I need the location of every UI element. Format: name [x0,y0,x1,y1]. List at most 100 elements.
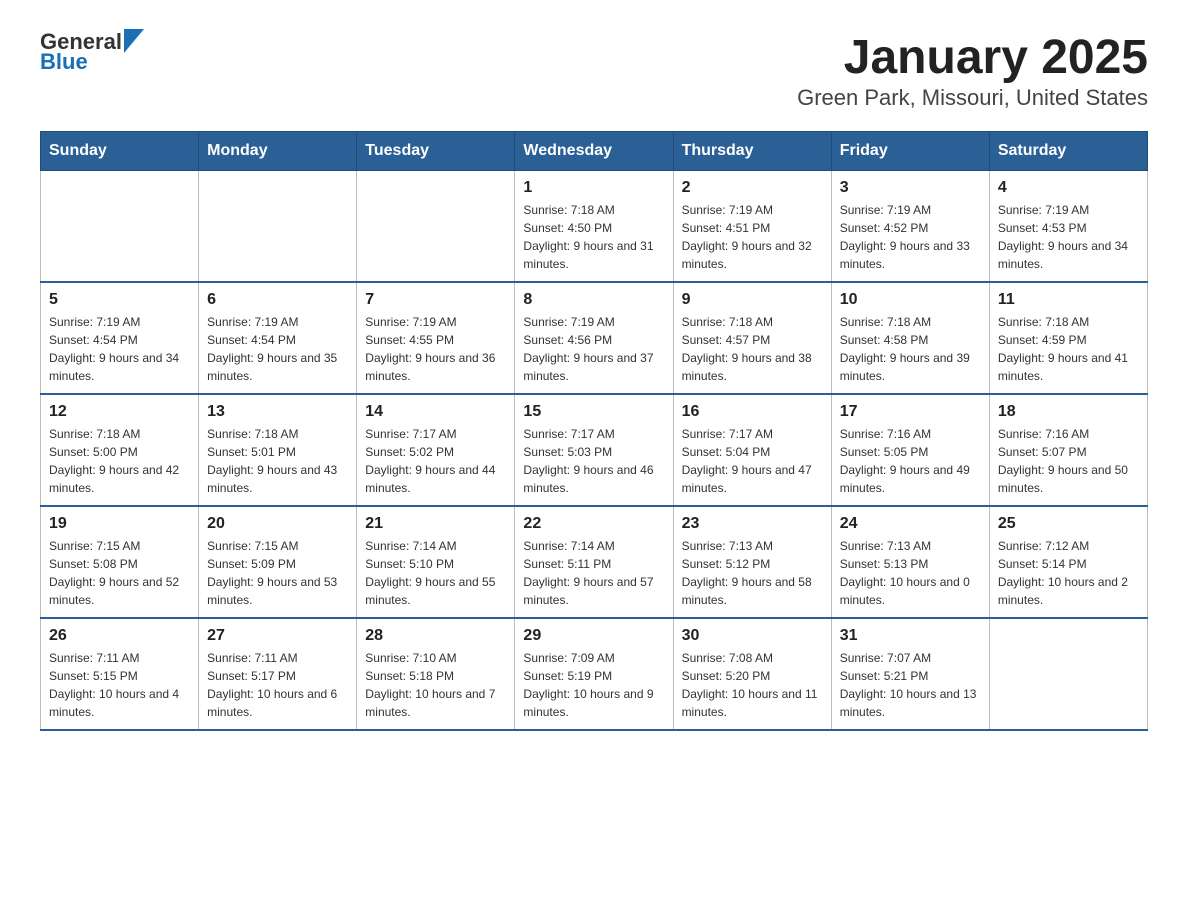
day-info: Sunrise: 7:19 AM Sunset: 4:54 PM Dayligh… [49,313,190,385]
day-info: Sunrise: 7:18 AM Sunset: 4:50 PM Dayligh… [523,201,664,273]
day-info: Sunrise: 7:19 AM Sunset: 4:51 PM Dayligh… [682,201,823,273]
calendar-cell [199,171,357,283]
day-info: Sunrise: 7:19 AM Sunset: 4:55 PM Dayligh… [365,313,506,385]
day-info: Sunrise: 7:12 AM Sunset: 5:14 PM Dayligh… [998,537,1139,609]
calendar-body: 1Sunrise: 7:18 AM Sunset: 4:50 PM Daylig… [41,171,1148,731]
day-info: Sunrise: 7:16 AM Sunset: 5:07 PM Dayligh… [998,425,1139,497]
day-info: Sunrise: 7:18 AM Sunset: 4:59 PM Dayligh… [998,313,1139,385]
calendar-week-2: 5 Sunrise: 7:19 AM Sunset: 4:54 PM Daylig… [41,282,1148,394]
day-info: Sunrise: 7:15 AM Sunset: 5:09 PM Dayligh… [207,537,348,609]
days-of-week-row: SundayMondayTuesdayWednesdayThursdayFrid… [41,132,1148,171]
calendar-cell: 2 Sunrise: 7:19 AM Sunset: 4:51 PM Daylig… [673,171,831,283]
calendar-cell: 28 Sunrise: 7:10 AM Sunset: 5:18 PM Dayli… [357,618,515,730]
day-info: Sunrise: 7:13 AM Sunset: 5:12 PM Dayligh… [682,537,823,609]
day-number: 18 [998,403,1139,421]
day-info: Sunrise: 7:16 AM Sunset: 5:05 PM Dayligh… [840,425,981,497]
day-info: Sunrise: 7:08 AM Sunset: 5:20 PM Dayligh… [682,649,823,721]
day-number: 24 [840,515,981,533]
calendar-cell: 21 Sunrise: 7:14 AM Sunset: 5:10 PM Dayli… [357,506,515,618]
calendar-cell [989,618,1147,730]
day-number: 26 [49,627,190,645]
day-info: Sunrise: 7:09 AM Sunset: 5:19 PM Dayligh… [523,649,664,721]
day-info: Sunrise: 7:15 AM Sunset: 5:08 PM Dayligh… [49,537,190,609]
calendar-cell: 11Sunrise: 7:18 AM Sunset: 4:59 PM Dayli… [989,282,1147,394]
calendar-cell: 14 Sunrise: 7:17 AM Sunset: 5:02 PM Dayli… [357,394,515,506]
day-info: Sunrise: 7:18 AM Sunset: 4:57 PM Dayligh… [682,313,823,385]
day-info: Sunrise: 7:14 AM Sunset: 5:11 PM Dayligh… [523,537,664,609]
day-number: 2 [682,179,823,197]
day-of-week-sunday: Sunday [41,132,199,171]
calendar-cell: 5 Sunrise: 7:19 AM Sunset: 4:54 PM Daylig… [41,282,199,394]
calendar-cell: 6 Sunrise: 7:19 AM Sunset: 4:54 PM Daylig… [199,282,357,394]
day-number: 5 [49,291,190,309]
day-number: 30 [682,627,823,645]
day-number: 22 [523,515,664,533]
day-info: Sunrise: 7:19 AM Sunset: 4:56 PM Dayligh… [523,313,664,385]
calendar-cell [41,171,199,283]
page-title: January 2025 [797,30,1148,85]
calendar-cell: 16Sunrise: 7:17 AM Sunset: 5:04 PM Dayli… [673,394,831,506]
calendar-cell: 1Sunrise: 7:18 AM Sunset: 4:50 PM Daylig… [515,171,673,283]
day-info: Sunrise: 7:19 AM Sunset: 4:52 PM Dayligh… [840,201,981,273]
day-number: 20 [207,515,348,533]
day-number: 8 [523,291,664,309]
day-number: 25 [998,515,1139,533]
day-number: 21 [365,515,506,533]
calendar-week-3: 12 Sunrise: 7:18 AM Sunset: 5:00 PM Dayli… [41,394,1148,506]
day-number: 16 [682,403,823,421]
day-info: Sunrise: 7:11 AM Sunset: 5:15 PM Dayligh… [49,649,190,721]
calendar-cell: 25 Sunrise: 7:12 AM Sunset: 5:14 PM Dayli… [989,506,1147,618]
day-number: 4 [998,179,1139,197]
calendar-table: SundayMondayTuesdayWednesdayThursdayFrid… [40,131,1148,731]
day-number: 15 [523,403,664,421]
calendar-cell [357,171,515,283]
calendar-cell: 7 Sunrise: 7:19 AM Sunset: 4:55 PM Daylig… [357,282,515,394]
day-info: Sunrise: 7:14 AM Sunset: 5:10 PM Dayligh… [365,537,506,609]
day-of-week-saturday: Saturday [989,132,1147,171]
calendar-cell: 9 Sunrise: 7:18 AM Sunset: 4:57 PM Daylig… [673,282,831,394]
calendar-week-1: 1Sunrise: 7:18 AM Sunset: 4:50 PM Daylig… [41,171,1148,283]
day-info: Sunrise: 7:18 AM Sunset: 4:58 PM Dayligh… [840,313,981,385]
day-number: 13 [207,403,348,421]
day-number: 31 [840,627,981,645]
day-info: Sunrise: 7:13 AM Sunset: 5:13 PM Dayligh… [840,537,981,609]
calendar-cell: 12 Sunrise: 7:18 AM Sunset: 5:00 PM Dayli… [41,394,199,506]
calendar-header: SundayMondayTuesdayWednesdayThursdayFrid… [41,132,1148,171]
day-number: 12 [49,403,190,421]
day-number: 3 [840,179,981,197]
page-header: General Blue January 2025 Green Park, Mi… [40,30,1148,111]
day-info: Sunrise: 7:11 AM Sunset: 5:17 PM Dayligh… [207,649,348,721]
day-info: Sunrise: 7:17 AM Sunset: 5:03 PM Dayligh… [523,425,664,497]
calendar-cell: 4Sunrise: 7:19 AM Sunset: 4:53 PM Daylig… [989,171,1147,283]
logo-blue-text: Blue [40,50,144,74]
calendar-week-5: 26 Sunrise: 7:11 AM Sunset: 5:15 PM Dayli… [41,618,1148,730]
calendar-week-4: 19 Sunrise: 7:15 AM Sunset: 5:08 PM Dayli… [41,506,1148,618]
day-number: 19 [49,515,190,533]
calendar-cell: 10Sunrise: 7:18 AM Sunset: 4:58 PM Dayli… [831,282,989,394]
day-number: 14 [365,403,506,421]
calendar-cell: 27 Sunrise: 7:11 AM Sunset: 5:17 PM Dayli… [199,618,357,730]
calendar-cell: 8 Sunrise: 7:19 AM Sunset: 4:56 PM Daylig… [515,282,673,394]
calendar-cell: 22 Sunrise: 7:14 AM Sunset: 5:11 PM Dayli… [515,506,673,618]
day-info: Sunrise: 7:18 AM Sunset: 5:01 PM Dayligh… [207,425,348,497]
day-info: Sunrise: 7:10 AM Sunset: 5:18 PM Dayligh… [365,649,506,721]
day-number: 28 [365,627,506,645]
calendar-cell: 3 Sunrise: 7:19 AM Sunset: 4:52 PM Daylig… [831,171,989,283]
day-info: Sunrise: 7:19 AM Sunset: 4:54 PM Dayligh… [207,313,348,385]
calendar-cell: 18 Sunrise: 7:16 AM Sunset: 5:07 PM Dayli… [989,394,1147,506]
day-number: 9 [682,291,823,309]
day-number: 6 [207,291,348,309]
day-number: 7 [365,291,506,309]
day-info: Sunrise: 7:17 AM Sunset: 5:02 PM Dayligh… [365,425,506,497]
calendar-cell: 23 Sunrise: 7:13 AM Sunset: 5:12 PM Dayli… [673,506,831,618]
day-info: Sunrise: 7:07 AM Sunset: 5:21 PM Dayligh… [840,649,981,721]
calendar-cell: 29Sunrise: 7:09 AM Sunset: 5:19 PM Dayli… [515,618,673,730]
day-of-week-tuesday: Tuesday [357,132,515,171]
day-info: Sunrise: 7:18 AM Sunset: 5:00 PM Dayligh… [49,425,190,497]
day-number: 17 [840,403,981,421]
logo: General Blue [40,30,144,74]
page-subtitle: Green Park, Missouri, United States [797,85,1148,111]
calendar-cell: 17 Sunrise: 7:16 AM Sunset: 5:05 PM Dayli… [831,394,989,506]
day-number: 23 [682,515,823,533]
day-number: 27 [207,627,348,645]
